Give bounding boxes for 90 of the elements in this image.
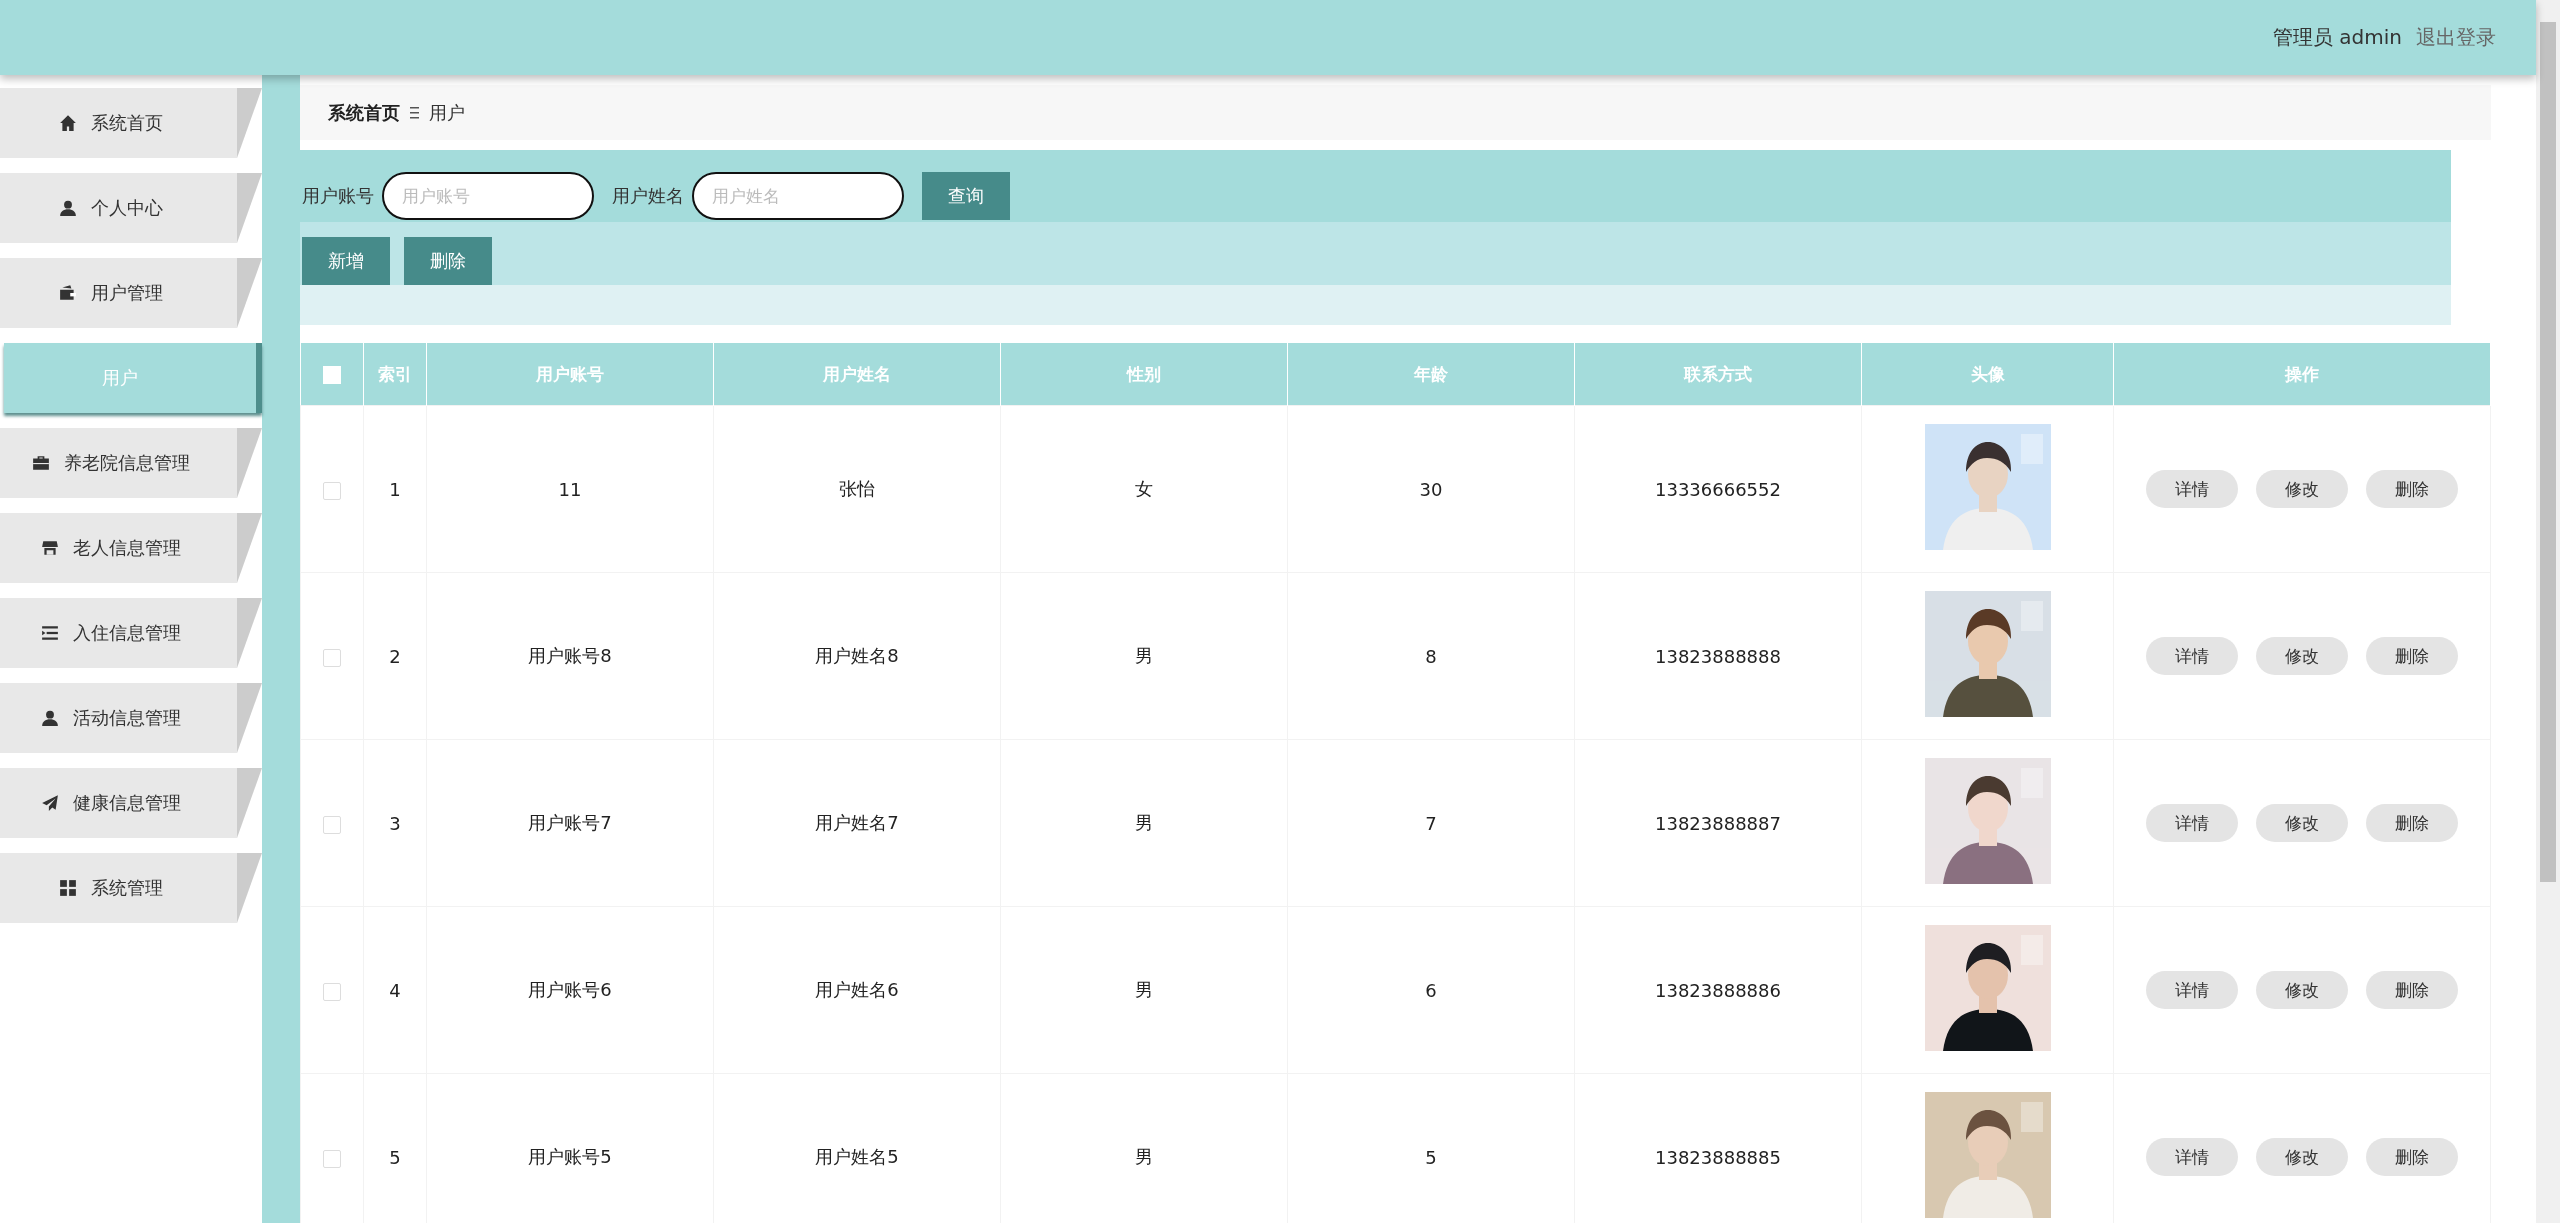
- table-cell: 30: [1419, 478, 1443, 500]
- table-cell: 用户账号8: [528, 645, 612, 666]
- breadcrumb-item: 用户: [429, 100, 465, 125]
- table-cell: 男: [1135, 645, 1153, 666]
- table-cell: 13823888885: [1655, 1146, 1781, 1168]
- column-header: 头像: [1970, 363, 2005, 384]
- row-action-button[interactable]: 详情: [2146, 971, 2238, 1009]
- table-cell: 1: [389, 478, 401, 500]
- row-checkbox[interactable]: [323, 481, 341, 500]
- column-header: 用户姓名: [823, 363, 891, 384]
- row-action-button[interactable]: 修改: [2256, 804, 2348, 842]
- column-header: 联系方式: [1684, 363, 1752, 384]
- row-action-button[interactable]: 删除: [2366, 971, 2458, 1009]
- table-cell: 13823888888: [1655, 645, 1781, 667]
- breadcrumb-item[interactable]: 系统首页: [328, 100, 400, 125]
- table-cell: 7: [1425, 812, 1437, 834]
- table-cell: 3: [389, 812, 401, 834]
- sidebar-item[interactable]: 健康信息管理: [0, 768, 262, 838]
- row-checkbox[interactable]: [323, 1149, 341, 1168]
- user-icon: [41, 709, 59, 727]
- query-button[interactable]: 查询: [922, 172, 1010, 220]
- row-action-button[interactable]: 详情: [2146, 637, 2238, 675]
- table-cell: 用户账号6: [528, 979, 612, 1000]
- wallet-icon: [59, 284, 77, 302]
- sidebar-item[interactable]: 活动信息管理: [0, 683, 262, 753]
- table-cell: 用户姓名6: [815, 979, 899, 1000]
- row-action-button[interactable]: 修改: [2256, 971, 2348, 1009]
- sidebar-item[interactable]: 老人信息管理: [0, 513, 262, 583]
- column-header: 用户账号: [536, 363, 604, 384]
- sidebar-item[interactable]: 系统管理: [0, 853, 262, 923]
- row-action-button[interactable]: 详情: [2146, 804, 2238, 842]
- select-all-checkbox[interactable]: [322, 366, 341, 384]
- row-action-button[interactable]: 详情: [2146, 470, 2238, 508]
- sidebar-item[interactable]: 养老院信息管理: [0, 428, 262, 498]
- field-label: 用户账号: [302, 184, 374, 208]
- row-action-button[interactable]: 删除: [2366, 804, 2458, 842]
- paper-plane-icon: [41, 794, 59, 812]
- table-cell: 5: [1425, 1146, 1437, 1168]
- table-cell: 2: [389, 645, 401, 667]
- row-checkbox[interactable]: [323, 815, 341, 834]
- toolbar-button[interactable]: 删除: [404, 237, 492, 285]
- list-icon: [41, 624, 59, 642]
- admin-user-label: 管理员 admin: [2272, 24, 2402, 51]
- search-field[interactable]: 用户账号: [382, 172, 594, 220]
- table-cell: 5: [389, 1146, 401, 1168]
- table-cell: 4: [389, 979, 401, 1001]
- table-cell: 13823888887: [1655, 812, 1781, 834]
- table-cell: 11: [558, 478, 582, 500]
- search-field[interactable]: 用户姓名: [692, 172, 904, 220]
- home-icon: [59, 114, 77, 132]
- logout-link[interactable]: 退出登录: [2416, 24, 2496, 51]
- user-icon: [59, 199, 77, 217]
- column-header: 索引: [378, 363, 412, 384]
- row-action-button[interactable]: 删除: [2366, 637, 2458, 675]
- table-cell: 用户姓名8: [815, 645, 899, 666]
- table-cell: 13336666552: [1655, 478, 1781, 500]
- table-cell: 用户账号5: [528, 1146, 612, 1167]
- row-action-button[interactable]: 删除: [2366, 1138, 2458, 1176]
- scrollbar-thumb[interactable]: [2540, 22, 2556, 882]
- table-cell: 女: [1135, 478, 1153, 499]
- row-action-button[interactable]: 修改: [2256, 1138, 2348, 1176]
- row-action-button[interactable]: 修改: [2256, 637, 2348, 675]
- row-checkbox[interactable]: [323, 982, 341, 1001]
- row-action-button[interactable]: 修改: [2256, 470, 2348, 508]
- separator-icon: [410, 105, 419, 120]
- table-cell: 用户姓名7: [815, 812, 899, 833]
- grid-icon: [59, 879, 77, 897]
- table-cell: 张怡: [839, 478, 875, 499]
- toolbar-button[interactable]: 新增: [302, 237, 390, 285]
- sidebar-item[interactable]: 用户管理: [0, 258, 262, 328]
- store-icon: [41, 539, 59, 557]
- column-header: 性别: [1127, 363, 1161, 384]
- table-cell: 男: [1135, 979, 1153, 1000]
- table-cell: 用户姓名5: [815, 1146, 899, 1167]
- table-cell: 男: [1135, 812, 1153, 833]
- table-cell: 用户账号7: [528, 812, 612, 833]
- field-label: 用户姓名: [612, 184, 684, 208]
- table-cell: 男: [1135, 1146, 1153, 1167]
- row-action-button[interactable]: 详情: [2146, 1138, 2238, 1176]
- row-action-button[interactable]: 删除: [2366, 470, 2458, 508]
- table-cell: 8: [1425, 645, 1437, 667]
- sidebar-item[interactable]: 系统首页: [0, 88, 262, 158]
- table-cell: 6: [1425, 979, 1437, 1001]
- briefcase-icon: [32, 454, 50, 472]
- sidebar-item[interactable]: 个人中心: [0, 173, 262, 243]
- table-cell: 13823888886: [1655, 979, 1781, 1001]
- sidebar-item[interactable]: 入住信息管理: [0, 598, 262, 668]
- row-checkbox[interactable]: [323, 648, 341, 667]
- column-header: 操作: [2285, 363, 2319, 384]
- column-header: 年龄: [1414, 363, 1448, 384]
